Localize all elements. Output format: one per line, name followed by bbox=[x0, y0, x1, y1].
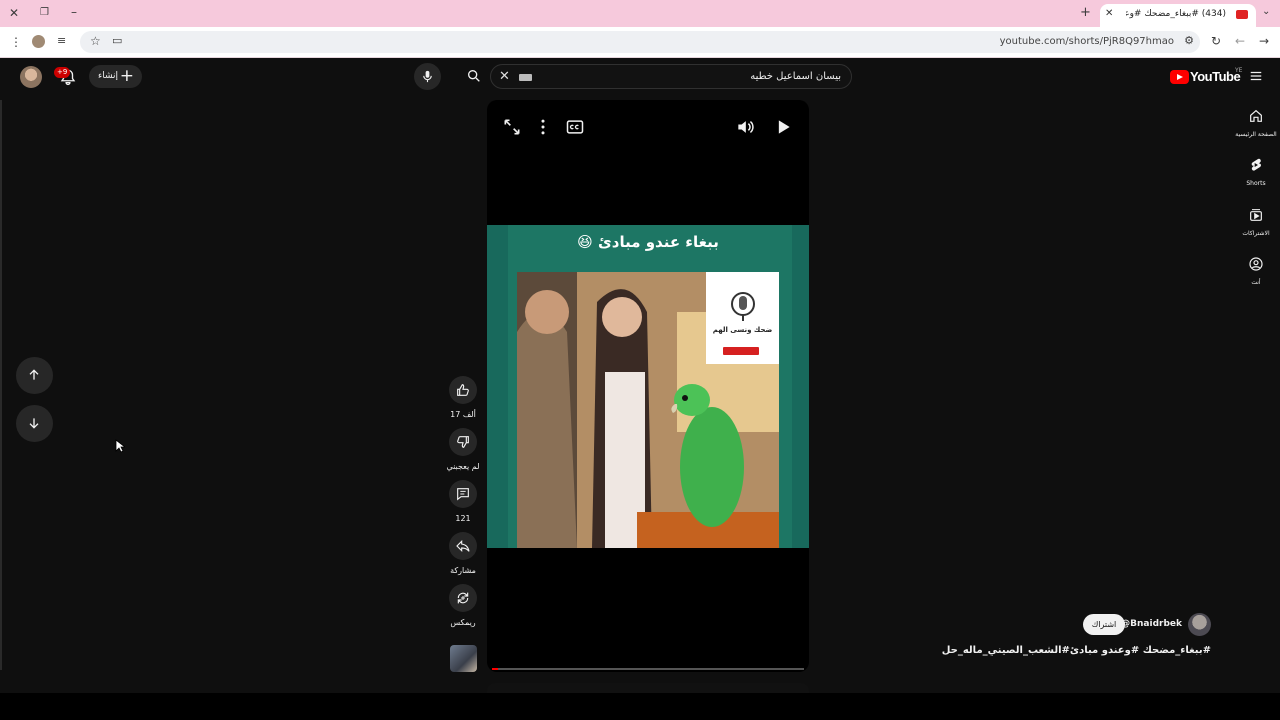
video-progress-bar[interactable] bbox=[492, 668, 804, 670]
guide-item-subscriptions[interactable]: الاشتراكات bbox=[1234, 207, 1278, 237]
channel-thumbnail[interactable] bbox=[450, 645, 477, 672]
plus-icon: + bbox=[119, 66, 134, 86]
url-text: youtube.com/shorts/PjR8Q97hmao bbox=[999, 36, 1174, 47]
like-button[interactable] bbox=[449, 376, 477, 404]
window-restore-icon[interactable]: ❐ bbox=[40, 8, 49, 18]
logo-text: YouTube bbox=[1190, 69, 1241, 84]
guide-item-shorts[interactable]: Shorts bbox=[1234, 157, 1278, 187]
create-button[interactable]: إنشاء + bbox=[89, 65, 142, 88]
subscriptions-icon bbox=[1250, 209, 1262, 221]
thumbs-down-icon bbox=[457, 436, 469, 448]
volume-icon[interactable] bbox=[735, 117, 755, 137]
tab-search-icon[interactable]: ⌄ bbox=[1262, 7, 1270, 17]
clear-search-icon[interactable]: ✕ bbox=[499, 69, 510, 84]
comment-icon bbox=[457, 488, 469, 501]
microphone-logo-icon bbox=[731, 292, 755, 321]
promo-overlay: ضحك ونسى الهم bbox=[706, 272, 779, 364]
guide-label-shorts: Shorts bbox=[1246, 180, 1266, 187]
more-menu-icon[interactable]: ⋮ bbox=[10, 36, 22, 48]
keyboard-icon[interactable] bbox=[519, 74, 532, 81]
home-icon bbox=[1250, 109, 1262, 122]
guide-label-subscriptions: الاشتراكات bbox=[1242, 230, 1270, 237]
profile-avatar-icon[interactable] bbox=[32, 35, 45, 48]
play-icon[interactable] bbox=[773, 117, 793, 137]
fullscreen-icon[interactable] bbox=[502, 117, 522, 137]
previous-short-button[interactable] bbox=[16, 357, 53, 394]
video-progress-fill bbox=[492, 668, 499, 670]
tab-title: (434) #ببغاء_مضحك #وعندو مبا bbox=[1126, 9, 1226, 19]
promo-subscribe-icon bbox=[723, 347, 759, 355]
remix-icon bbox=[457, 592, 469, 604]
remix-label: ريمكس bbox=[450, 618, 476, 627]
bottom-edge bbox=[0, 693, 1280, 720]
media-playlist-icon[interactable]: ≡ bbox=[57, 35, 66, 46]
notification-badge: +9 bbox=[54, 67, 71, 78]
browser-tab-strip: ✕ ❐ – ⌄ + ✕ (434) #ببغاء_مضحك #وعندو مبا bbox=[0, 0, 1280, 27]
share-button[interactable] bbox=[449, 532, 477, 560]
tab-close-icon[interactable]: ✕ bbox=[1105, 8, 1113, 19]
browser-tab[interactable]: ✕ (434) #ببغاء_مضحك #وعندو مبا bbox=[1100, 4, 1256, 27]
dislike-label: لم يعجبني bbox=[446, 462, 480, 471]
logo-country-code: YE bbox=[1235, 67, 1243, 74]
site-settings-icon[interactable]: ⚙ bbox=[1184, 35, 1194, 46]
captions-icon[interactable] bbox=[565, 117, 585, 137]
channel-name[interactable]: @Bnaidrbek bbox=[1121, 619, 1182, 629]
video-caption: ببغاء عندو مبادئ 😆 bbox=[577, 233, 719, 251]
like-count: 17 ألف bbox=[450, 410, 476, 419]
channel-avatar[interactable] bbox=[1188, 613, 1211, 636]
video-frame[interactable]: ببغاء عندو مبادئ 😆 ضحك ونسى الهم bbox=[487, 225, 809, 548]
account-avatar[interactable] bbox=[20, 66, 42, 88]
arrow-down-icon bbox=[29, 418, 39, 429]
reload-icon[interactable]: ↻ bbox=[1211, 35, 1221, 47]
thumbs-up-icon bbox=[457, 384, 469, 396]
share-label: مشاركة bbox=[450, 566, 476, 575]
youtube-favicon-icon bbox=[1236, 10, 1248, 19]
guide-label-home: الصفحة الرئيسية bbox=[1235, 131, 1277, 138]
address-bar[interactable]: ☆ ▭ youtube.com/shorts/PjR8Q97hmao ⚙ bbox=[80, 31, 1200, 53]
create-label: إنشاء bbox=[98, 71, 119, 81]
search-input[interactable]: ✕ بيسان اسماعيل خطيه bbox=[490, 64, 852, 89]
comment-count: 121 bbox=[455, 514, 471, 523]
next-short-preview[interactable] bbox=[487, 683, 809, 693]
guide-item-you[interactable]: أنت bbox=[1234, 256, 1278, 286]
guide-label-you: أنت bbox=[1251, 279, 1261, 286]
guide-item-home[interactable]: الصفحة الرئيسية bbox=[1234, 108, 1278, 138]
comments-button[interactable] bbox=[449, 480, 477, 508]
arrow-up-icon bbox=[29, 369, 39, 380]
shorts-player[interactable]: ببغاء عندو مبادئ 😆 ضحك ونسى الهم bbox=[487, 100, 809, 672]
forward-icon[interactable]: ← bbox=[1235, 35, 1245, 47]
short-title[interactable]: #ببغاء_مضحك #وعندو مبادئ#الشعب_الصيني_ما… bbox=[942, 645, 1211, 656]
window-minimize-icon[interactable]: – bbox=[71, 6, 77, 18]
search-icon bbox=[468, 70, 480, 82]
new-tab-icon[interactable]: + bbox=[1080, 6, 1091, 19]
promo-text: ضحك ونسى الهم bbox=[712, 326, 773, 334]
shorts-icon bbox=[1251, 158, 1261, 171]
search-button[interactable] bbox=[458, 64, 490, 89]
dislike-button[interactable] bbox=[449, 428, 477, 456]
back-icon[interactable]: → bbox=[1259, 35, 1269, 47]
remix-button[interactable] bbox=[449, 584, 477, 612]
search-query: بيسان اسماعيل خطيه bbox=[750, 71, 841, 82]
bookmark-star-icon[interactable]: ☆ bbox=[90, 35, 101, 47]
youtube-logo[interactable]: YouTube YE bbox=[1170, 67, 1242, 86]
mouse-cursor-icon bbox=[115, 439, 125, 453]
next-short-button[interactable] bbox=[16, 405, 53, 442]
hamburger-menu-icon[interactable] bbox=[1249, 69, 1263, 83]
more-options-icon[interactable] bbox=[533, 117, 553, 137]
window-close-icon[interactable]: ✕ bbox=[9, 7, 19, 19]
screen-cast-icon[interactable]: ▭ bbox=[112, 35, 122, 46]
play-triangle-icon bbox=[1177, 74, 1183, 80]
voice-search-button[interactable] bbox=[414, 63, 441, 90]
share-icon bbox=[456, 539, 470, 553]
you-icon bbox=[1249, 257, 1263, 271]
microphone-icon bbox=[423, 70, 432, 83]
scroll-edge bbox=[0, 100, 2, 670]
subscribe-button[interactable]: اشتراك bbox=[1083, 614, 1125, 635]
